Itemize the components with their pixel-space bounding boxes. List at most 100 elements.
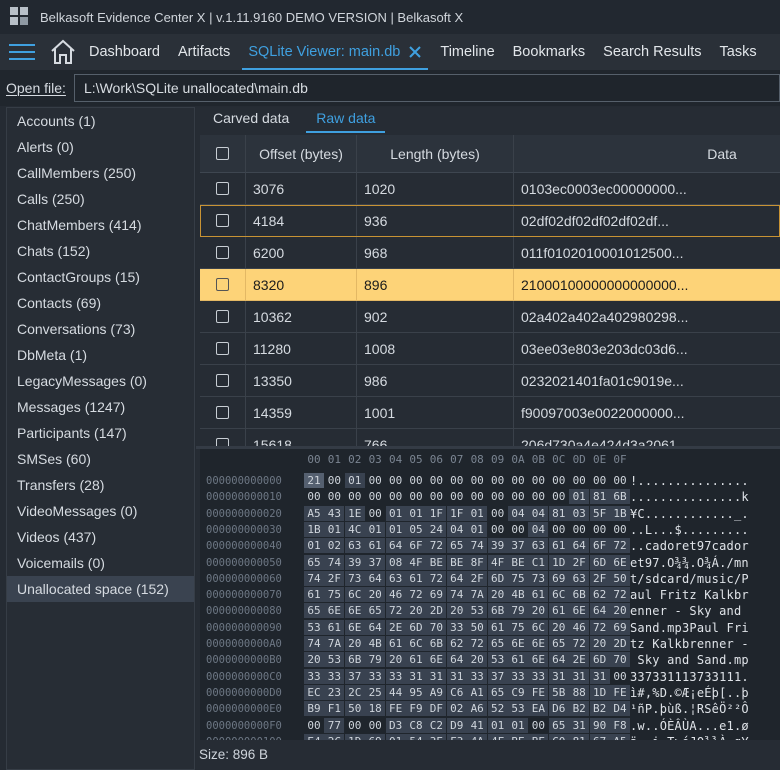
hex-byte[interactable]: 1B [304,521,324,537]
hex-byte[interactable]: 2D [426,603,447,619]
hex-byte[interactable]: 73 [344,570,365,586]
hex-byte[interactable]: E4 [304,733,324,740]
hex-byte[interactable]: 7A [467,587,488,603]
hex-byte[interactable]: 50 [467,619,488,635]
hex-byte[interactable]: 72 [467,636,488,651]
hex-byte[interactable]: 00 [467,489,487,504]
hex-byte[interactable]: 64 [446,652,467,668]
table-row[interactable]: 11280 1008 03ee03e803e203dc03d6... [200,333,780,365]
hex-byte[interactable]: 39 [344,554,365,570]
hex-byte[interactable]: 2F [324,570,345,586]
table-item-participants[interactable]: Participants (147) [7,420,194,446]
hex-byte[interactable]: D3 [385,717,406,733]
hex-byte[interactable]: 77 [324,717,345,733]
table-item-videomessages[interactable]: VideoMessages (0) [7,498,194,524]
hex-byte[interactable]: 72 [569,636,590,651]
hex-byte[interactable]: 31 [426,668,447,684]
hex-byte[interactable]: 81 [589,489,610,505]
hex-byte[interactable]: 95 [406,684,426,700]
tab-dashboard[interactable]: Dashboard [89,34,160,70]
hex-byte[interactable]: 64 [365,619,386,635]
hex-byte[interactable]: 00 [324,489,344,504]
hex-byte[interactable]: 4C [344,521,365,537]
hex-ascii[interactable]: et97.O¾¾.O¾Á./mn [630,555,780,571]
hex-byte[interactable]: 03 [569,505,590,521]
hex-byte[interactable]: 6C [548,587,569,603]
hex-byte[interactable]: 6D [589,652,610,668]
hex-byte[interactable]: 6E [344,603,365,619]
table-item-smses[interactable]: SMSes (60) [7,446,194,472]
hex-byte[interactable]: 00 [467,473,487,488]
hex-byte[interactable]: BE [426,554,447,570]
home-icon[interactable] [49,38,77,66]
hex-byte[interactable]: 43 [324,505,345,521]
table-item-unallocated-space[interactable]: Unallocated space (152) [7,576,194,602]
hex-byte[interactable]: 64 [365,570,386,586]
hex-byte[interactable]: 4F [487,733,508,740]
hex-byte[interactable]: 00 [365,473,385,488]
hex-byte[interactable]: BE [528,733,549,740]
hex-byte[interactable]: 61 [365,538,386,554]
hex-byte[interactable]: 01 [569,489,590,505]
hex-byte[interactable]: 72 [406,587,426,603]
hex-byte[interactable]: 37 [487,668,508,684]
hex-byte[interactable]: 24 [426,521,447,537]
table-item-dbmeta[interactable]: DbMeta (1) [7,342,194,368]
hex-byte[interactable]: 05 [406,521,426,537]
hex-byte[interactable]: 00 [488,522,508,537]
table-item-voicemails[interactable]: Voicemails (0) [7,550,194,576]
table-item-chatmembers[interactable]: ChatMembers (414) [7,212,194,238]
hex-byte[interactable]: 04 [528,521,549,537]
hex-byte[interactable]: 6C [528,619,549,635]
table-item-chats[interactable]: Chats (152) [7,238,194,264]
hex-byte[interactable]: 00 [447,473,467,488]
hex-byte[interactable]: 79 [365,652,386,668]
hex-byte[interactable]: 44 [385,684,406,700]
table-row[interactable]: 14359 1001 f90097003e0022000000... [200,397,780,429]
hex-byte[interactable]: 1F [446,505,467,521]
hex-byte[interactable]: 61 [385,636,406,651]
table-item-alerts[interactable]: Alerts (0) [7,134,194,160]
hex-byte[interactable]: 20 [365,587,386,603]
hex-byte[interactable]: 6F [589,538,610,554]
hex-byte[interactable]: 7A [324,636,345,651]
hex-byte[interactable]: 6E [528,652,549,668]
hex-byte[interactable]: BE [446,554,467,570]
tab-raw-data[interactable]: Raw data [306,107,386,133]
column-header-data[interactable]: Data [514,135,780,173]
tab-tasks[interactable]: Tasks [720,34,757,70]
hex-byte[interactable]: 20 [487,587,508,603]
hex-byte[interactable]: 61 [508,652,528,668]
hex-byte[interactable]: 5B [548,684,569,700]
hex-byte[interactable]: 33 [467,668,488,684]
hex-byte[interactable]: 61 [406,570,426,586]
hex-byte[interactable]: 53 [508,701,528,717]
hex-byte[interactable]: C2 [426,717,447,733]
row-checkbox[interactable] [216,310,229,323]
tab-carved-data[interactable]: Carved data [203,107,299,133]
hex-byte[interactable]: 00 [304,489,324,504]
hex-byte[interactable]: 01 [487,717,508,733]
hex-byte[interactable]: EC [304,684,324,700]
hex-byte[interactable]: 53 [324,652,345,668]
hex-byte[interactable]: 6D [589,554,610,570]
hex-byte[interactable]: 70 [426,619,447,635]
hex-byte[interactable]: 69 [610,619,630,635]
hex-byte[interactable]: 00 [590,473,610,488]
hex-byte[interactable]: A6 [467,701,488,717]
row-checkbox[interactable] [216,342,229,355]
hex-byte[interactable]: 00 [610,669,630,684]
hex-byte[interactable]: 00 [508,489,528,504]
hex-byte[interactable]: 46 [385,587,406,603]
hex-byte[interactable]: 4F [487,554,508,570]
hex-byte[interactable]: 01 [304,538,324,554]
hex-byte[interactable]: 6F [406,538,426,554]
hex-byte[interactable]: 61 [406,652,426,668]
hex-byte[interactable]: A5 [304,505,324,521]
column-header-offset[interactable]: Offset (bytes) [246,135,357,173]
hex-byte[interactable]: F8 [610,717,630,733]
hex-ascii[interactable]: ...............k [630,489,780,505]
hex-byte[interactable]: 00 [569,522,589,537]
hex-byte[interactable]: 2E [569,652,590,668]
hex-byte[interactable]: 69 [426,587,447,603]
